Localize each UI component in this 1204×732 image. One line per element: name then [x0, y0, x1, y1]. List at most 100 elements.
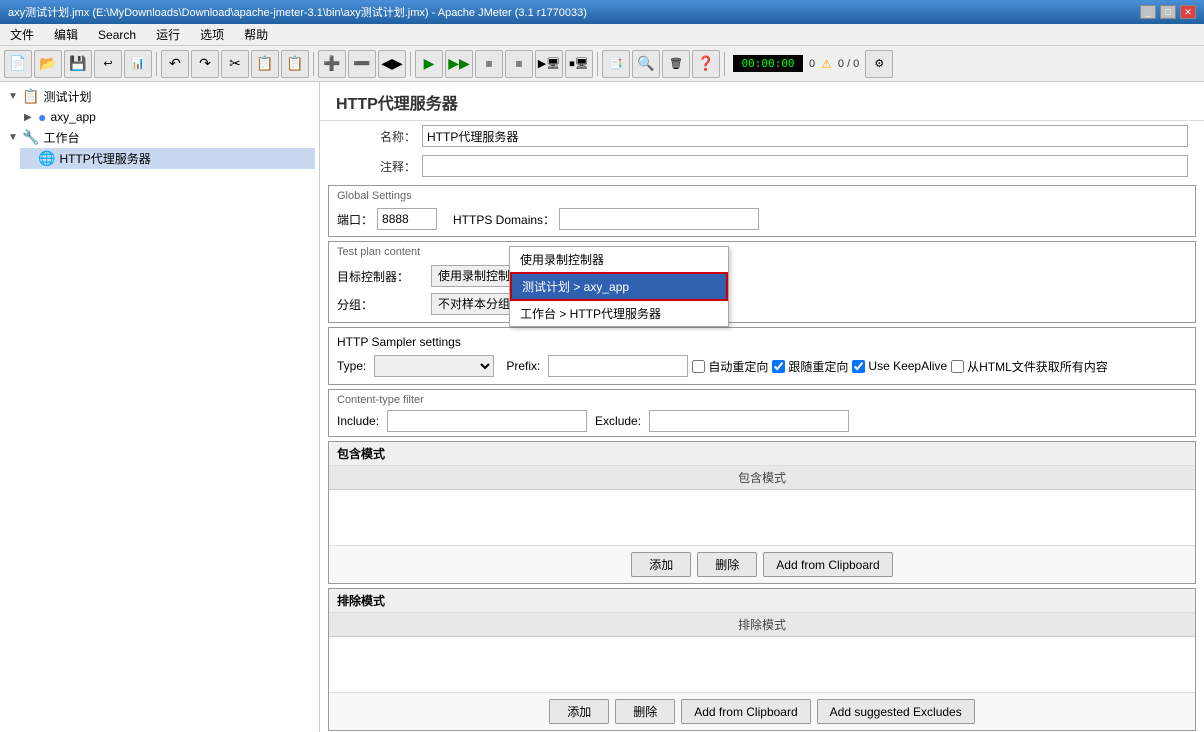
tb-open-button[interactable]: 📂 [34, 50, 62, 78]
tb-run-no-pause-button[interactable]: ▶▶ [445, 50, 473, 78]
name-input[interactable] [422, 125, 1188, 147]
exclude-add-button[interactable]: 添加 [549, 699, 609, 724]
prefix-input[interactable] [548, 355, 688, 377]
sidebar-item-workbench[interactable]: ▼ 🔧 工作台 [4, 127, 315, 148]
exclude-suggested-button[interactable]: Add suggested Excludes [817, 699, 975, 724]
test-plan-icon: 📋 [22, 88, 39, 105]
tb-redo-button[interactable]: ↷ [191, 50, 219, 78]
tree-expand-workbench-icon: ▼ [8, 132, 22, 143]
main-layout: ▼ 📋 测试计划 ▶ ● axy_app ▼ 🔧 工作台 🌐 HTTP代理服务器 [0, 82, 1204, 732]
include-add-button[interactable]: 添加 [631, 552, 691, 577]
auto-redirect-label: 自动重定向 [708, 358, 768, 375]
minimize-button[interactable]: _ [1140, 5, 1156, 19]
test-plan-children: ▶ ● axy_app [20, 107, 315, 127]
tb-templates-button[interactable]: 📑 [602, 50, 630, 78]
comment-input[interactable] [422, 155, 1188, 177]
tb-stop2-button[interactable]: ⏹ [505, 50, 533, 78]
menu-file[interactable]: 文件 [4, 24, 40, 45]
tb-cut-button[interactable]: ✂ [221, 50, 249, 78]
tb-nav-button[interactable]: ◀▶ [378, 50, 406, 78]
menu-help[interactable]: 帮助 [238, 24, 274, 45]
dropdown-item-0[interactable]: 使用录制控制器 [510, 247, 728, 272]
tb-new-button[interactable]: 📄 [4, 50, 32, 78]
tb-copy-button[interactable]: 📋 [251, 50, 279, 78]
prefix-label: Prefix: [506, 359, 540, 373]
tb-remote-start-button[interactable]: ▶🖥 [535, 50, 563, 78]
include-table-body [329, 490, 1195, 545]
tb-warning-icon: ⚠ [821, 57, 832, 71]
target-controller-row: 目标控制器： 使用录制控制器 [337, 262, 1187, 290]
tb-run-button[interactable]: ▶ [415, 50, 443, 78]
checkbox-html-embed: 从HTML文件获取所有内容 [951, 358, 1108, 375]
tb-search-button[interactable]: 🔍 [632, 50, 660, 78]
follow-redirect-checkbox[interactable] [772, 360, 785, 373]
include-delete-button[interactable]: 删除 [697, 552, 757, 577]
menu-edit[interactable]: 编辑 [48, 24, 84, 45]
tb-undo-button[interactable]: ↶ [161, 50, 189, 78]
dropdown-overlay: 使用录制控制器 测试计划 > axy_app 工作台 > HTTP代理服务器 [509, 246, 729, 327]
tb-export-button[interactable]: 📊 [124, 50, 152, 78]
port-input[interactable] [377, 208, 437, 230]
grouping-row: 分组： 不对样本分组 [337, 290, 1187, 318]
maximize-button[interactable]: □ [1160, 5, 1176, 19]
exclude-delete-button[interactable]: 删除 [615, 699, 675, 724]
tb-stop-button[interactable]: ⏹ [475, 50, 503, 78]
content-area: HTTP代理服务器 名称： 注释： Global Settings 端口： HT… [320, 82, 1204, 732]
html-embed-checkbox[interactable] [951, 360, 964, 373]
tb-paste-button[interactable]: 📋 [281, 50, 309, 78]
exclude-table-body [329, 637, 1195, 692]
menu-options[interactable]: 选项 [194, 24, 230, 45]
http-sampler-box: HTTP Sampler settings Type: Prefix: 自动重定… [328, 327, 1196, 385]
include-clipboard-button[interactable]: Add from Clipboard [763, 552, 892, 577]
tb-timer: 00:00:00 [733, 55, 803, 72]
exclude-input[interactable] [649, 410, 849, 432]
axy-app-label: axy_app [50, 110, 95, 124]
name-row: 名称： [320, 121, 1204, 151]
http-proxy-icon: 🌐 [38, 150, 55, 167]
tb-clear-button[interactable]: 🗑 [662, 50, 690, 78]
type-select[interactable] [374, 355, 494, 377]
port-label: 端口： [337, 211, 373, 228]
toolbar-separator-2 [313, 52, 314, 76]
sidebar-item-axy-app[interactable]: ▶ ● axy_app [20, 107, 315, 127]
global-settings-box: Global Settings 端口： HTTPS Domains： [328, 185, 1196, 237]
exclude-pattern-buttons: 添加 删除 Add from Clipboard Add suggested E… [329, 692, 1195, 730]
include-input[interactable] [387, 410, 587, 432]
http-sampler-row: HTTP Sampler settings [337, 332, 1187, 352]
close-button[interactable]: ✕ [1180, 5, 1196, 19]
tb-counter1: 0 [805, 58, 819, 70]
dropdown-item-1[interactable]: 测试计划 > axy_app [510, 272, 728, 301]
tb-save-button[interactable]: 💾 [64, 50, 92, 78]
tb-help-button[interactable]: ❓ [692, 50, 720, 78]
tb-add-button[interactable]: ➕ [318, 50, 346, 78]
http-proxy-label: HTTP代理服务器 [59, 150, 150, 167]
menu-search[interactable]: Search [92, 26, 142, 44]
exclude-clipboard-button[interactable]: Add from Clipboard [681, 699, 810, 724]
menu-run[interactable]: 运行 [150, 24, 186, 45]
tree-expand-icon: ▼ [8, 91, 22, 102]
tb-remove-button[interactable]: ➖ [348, 50, 376, 78]
settings-row: 端口： HTTPS Domains： [337, 206, 1187, 232]
http-sampler-label: HTTP Sampler settings [337, 335, 461, 349]
tb-config-button[interactable]: ⚙ [865, 50, 893, 78]
type-label: Type: [337, 359, 366, 373]
exclude-label: Exclude: [595, 414, 641, 428]
toolbar-separator-3 [410, 52, 411, 76]
https-domains-label: HTTPS Domains： [453, 211, 555, 228]
keepalive-checkbox[interactable] [852, 360, 865, 373]
title-bar: axy测试计划.jmx (E:\MyDownloads\Download\apa… [0, 0, 1204, 24]
follow-redirect-label: 跟随重定向 [788, 358, 848, 375]
sidebar-item-http-proxy[interactable]: 🌐 HTTP代理服务器 [20, 148, 315, 169]
comment-row: 注释： [320, 151, 1204, 181]
workbench-icon: 🔧 [22, 129, 39, 146]
tb-revert-button[interactable]: ↩ [94, 50, 122, 78]
auto-redirect-checkbox[interactable] [692, 360, 705, 373]
tb-remote-stop-button[interactable]: ⏹🖥 [565, 50, 593, 78]
html-embed-label: 从HTML文件获取所有内容 [967, 358, 1108, 375]
toolbar: 📄 📂 💾 ↩ 📊 ↶ ↷ ✂ 📋 📋 ➕ ➖ ◀▶ ▶ ▶▶ ⏹ ⏹ ▶🖥 ⏹… [0, 46, 1204, 82]
dropdown-item-2[interactable]: 工作台 > HTTP代理服务器 [510, 301, 728, 326]
https-domains-input[interactable] [559, 208, 759, 230]
sidebar-item-test-plan[interactable]: ▼ 📋 测试计划 [4, 86, 315, 107]
include-patterns-title: 包含模式 [329, 442, 1195, 466]
tree-expand-axy-icon: ▶ [24, 112, 38, 123]
